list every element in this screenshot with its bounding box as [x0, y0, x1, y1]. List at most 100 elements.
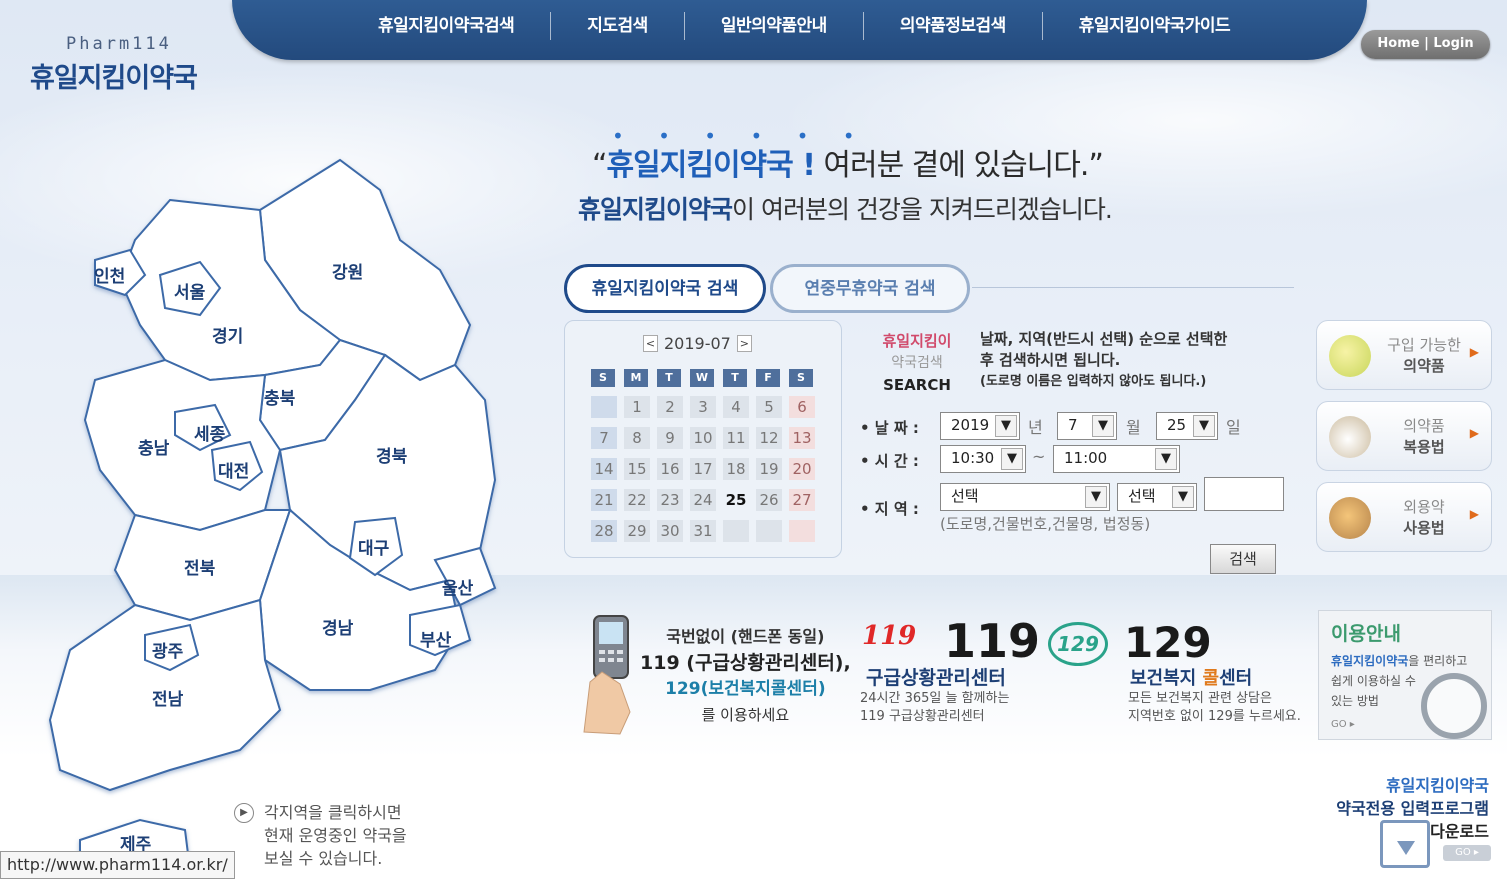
external-medicine-label: 외용약 사용법	[1379, 497, 1469, 539]
desc-129-line-1: 모든 보건복지 관련 상담은	[1128, 691, 1272, 706]
headline-quote-open: “	[592, 148, 608, 183]
nav-item-drug-info[interactable]: 의약품정보검색	[864, 12, 1043, 40]
region-label-gwangju[interactable]: 광주	[152, 637, 183, 662]
region-district-select[interactable]: 선택 ▼	[1117, 483, 1197, 511]
day-unit: 일	[1226, 418, 1241, 437]
calendar-day[interactable]: 16	[657, 458, 683, 480]
download-go-button[interactable]: GO ▸	[1443, 845, 1491, 861]
external-medicine-line-1: 외용약	[1403, 498, 1445, 516]
logo[interactable]: 휴일지킴이약국	[30, 56, 198, 95]
calendar-day[interactable]: 21	[591, 489, 617, 511]
region-label-jeonbuk[interactable]: 전북	[184, 554, 215, 579]
region-label-daegu[interactable]: 대구	[358, 534, 389, 559]
time-from-select[interactable]: 10:30 ▼	[940, 445, 1026, 473]
logo-subtitle: Pharm114	[66, 34, 172, 54]
calendar-day[interactable]: 23	[657, 489, 683, 511]
calendar-day[interactable]: 8	[624, 427, 650, 449]
region-city-select[interactable]: 선택 ▼	[940, 483, 1110, 511]
magnifier-icon	[1421, 673, 1487, 739]
nav-item-holiday-search[interactable]: 휴일지킴이약국검색	[342, 12, 552, 40]
region-label-jeonnam[interactable]: 전남	[152, 685, 183, 710]
day-select[interactable]: 25 ▼	[1156, 412, 1218, 440]
region-label-gyeongnam[interactable]: 경남	[322, 614, 353, 639]
region-label-chungbuk[interactable]: 충북	[264, 384, 295, 409]
region-label-sejong[interactable]: 세종	[194, 420, 225, 445]
region-label-chungnam[interactable]: 충남	[138, 434, 169, 459]
subheadline: 휴일지킴이약국이 여러분의 건강을 지켜드리겠습니다.	[578, 190, 1113, 226]
usage-guide-box[interactable]: 이용안내 휴일지킴이약국을 편리하고 쉽게 이용하실 수 있는 방법 GO ▸	[1318, 610, 1492, 740]
region-label-seoul[interactable]: 서울	[174, 278, 205, 303]
search-button[interactable]: 검색	[1210, 544, 1276, 574]
dosage-line-2: 복용법	[1403, 438, 1445, 456]
calendar-day[interactable]: 19	[756, 458, 782, 480]
nav-item-map-search[interactable]: 지도검색	[551, 12, 685, 40]
search-desc-line-2: 후 검색하시면 됩니다.	[980, 351, 1121, 369]
calendar-weekday-header: T	[657, 369, 681, 387]
nav-item-otc-guide[interactable]: 일반의약품안내	[685, 12, 864, 40]
region-label-gyeonggi[interactable]: 경기	[212, 322, 243, 347]
region-label-gyeongbuk[interactable]: 경북	[376, 442, 407, 467]
arrow-right-icon: ▶	[1469, 426, 1479, 440]
calendar-day[interactable]: 18	[723, 458, 749, 480]
number-119: 119	[944, 614, 1041, 668]
tab-holiday-pharmacy-search[interactable]: 휴일지킴이약국 검색	[564, 264, 766, 313]
calendar-day[interactable]: 29	[624, 520, 650, 542]
calendar-day[interactable]: 14	[591, 458, 617, 480]
calendar-day[interactable]: 7	[591, 427, 617, 449]
address-input[interactable]	[1204, 477, 1284, 511]
calendar-day[interactable]: 1	[624, 396, 650, 418]
time-from-value: 10:30	[951, 449, 995, 467]
nav-item-guide[interactable]: 휴일지킴이약국가이드	[1043, 12, 1266, 40]
calendar-day[interactable]: 27	[789, 489, 815, 511]
calendar-day[interactable]: 24	[690, 489, 716, 511]
calendar-next-button[interactable]: >	[736, 335, 752, 352]
calendar-day[interactable]: 3	[690, 396, 716, 418]
calendar-day[interactable]: 12	[756, 427, 782, 449]
calendar-day[interactable]: 11	[723, 427, 749, 449]
region-label-daejeon[interactable]: 대전	[218, 457, 249, 482]
calendar-day[interactable]: 15	[624, 458, 650, 480]
year-select[interactable]: 2019 ▼	[940, 412, 1020, 440]
usage-guide-line-1: 을 편리하고	[1408, 654, 1468, 668]
download-icon[interactable]	[1380, 820, 1430, 868]
calendar-day[interactable]: 30	[657, 520, 683, 542]
otc-drugs-button[interactable]: 구입 가능한 의약품 ▶	[1316, 320, 1492, 390]
emergency-line-4: 를 이용하세요	[701, 706, 790, 724]
usage-guide-go[interactable]: GO ▸	[1331, 719, 1355, 730]
number-129: 129	[1124, 618, 1212, 667]
calendar-day[interactable]: 5	[756, 396, 782, 418]
calendar-day[interactable]: 25	[723, 489, 749, 511]
chevron-down-icon: ▼	[1092, 415, 1114, 437]
time-to-select[interactable]: 11:00 ▼	[1053, 445, 1180, 473]
calendar-day[interactable]: 20	[789, 458, 815, 480]
calendar-day[interactable]: 2	[657, 396, 683, 418]
region-district-value: 선택	[1128, 487, 1156, 505]
dosage-button[interactable]: 의약품 복용법 ▶	[1316, 401, 1492, 471]
chevron-down-icon: ▼	[995, 415, 1017, 437]
map-hint-line-2: 현재 운영중인 약국을	[264, 826, 407, 845]
calendar-day[interactable]: 9	[657, 427, 683, 449]
calendar-day[interactable]: 17	[690, 458, 716, 480]
calendar-prev-button[interactable]: <	[643, 335, 658, 352]
calendar-day[interactable]: 31	[690, 520, 716, 542]
region-label-incheon[interactable]: 인천	[94, 262, 125, 287]
region-label-ulsan[interactable]: 울산	[442, 574, 473, 599]
external-medicine-button[interactable]: 외용약 사용법 ▶	[1316, 482, 1492, 552]
region-label-gangwon[interactable]: 강원	[332, 258, 363, 283]
tab-yearround-pharmacy-search[interactable]: 연중무휴약국 검색	[770, 264, 970, 313]
time-to-value: 11:00	[1064, 449, 1108, 467]
usage-guide-brand: 휴일지킴이약국	[1331, 654, 1409, 668]
month-select[interactable]: 7 ▼	[1057, 412, 1117, 440]
calendar-day[interactable]: 13	[789, 427, 815, 449]
search-desc-line-1: 날짜, 지역(반드시 선택) 순으로 선택한	[980, 330, 1228, 348]
calendar-weekday-header: W	[690, 369, 714, 387]
calendar-day[interactable]: 22	[624, 489, 650, 511]
calendar-day[interactable]: 6	[789, 396, 815, 418]
home-login-button[interactable]: Home | Login	[1361, 30, 1490, 59]
calendar-day[interactable]: 26	[756, 489, 782, 511]
calendar-day[interactable]: 28	[591, 520, 617, 542]
region-label-busan[interactable]: 부산	[420, 626, 451, 651]
top-navigation: 휴일지킴이약국검색 지도검색 일반의약품안내 의약품정보검색 휴일지킴이약국가이…	[232, 0, 1367, 60]
calendar-day[interactable]: 4	[723, 396, 749, 418]
calendar-day[interactable]: 10	[690, 427, 716, 449]
